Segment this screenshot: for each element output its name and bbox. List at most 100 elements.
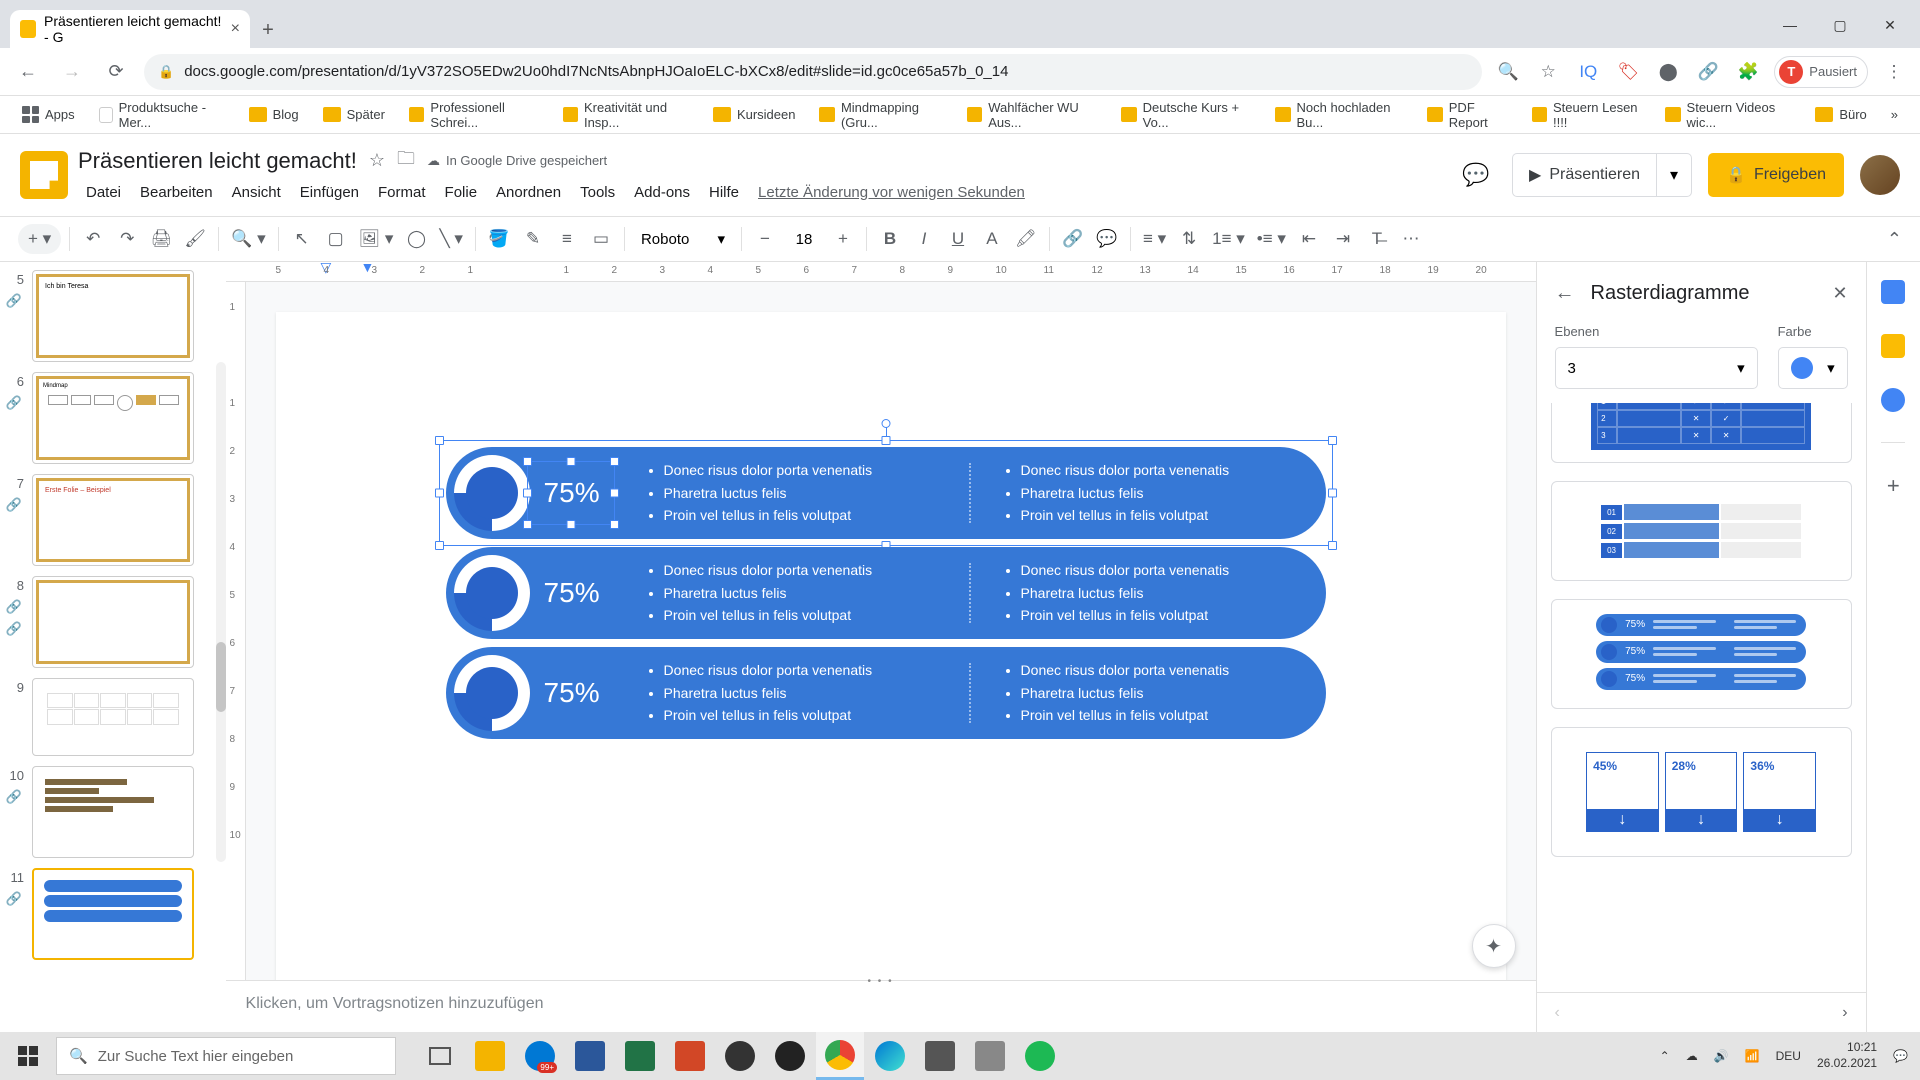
wifi-icon[interactable]: 📶 (1745, 1049, 1760, 1063)
slide-thumbnail-6[interactable]: 6 🔗 Mindmap (4, 372, 218, 464)
slide-thumbnail-7[interactable]: 7 🔗 Erste Folie – Beispiel (4, 474, 218, 566)
collapse-toolbar-button[interactable]: ⌃ (1887, 229, 1902, 250)
last-edit-link[interactable]: Letzte Änderung vor wenigen Sekunden (750, 180, 1033, 205)
horizontal-ruler[interactable]: ▽ ▼ 543211234567891011121314151617181920 (226, 262, 1536, 282)
menu-format[interactable]: Format (370, 180, 434, 205)
bullet-column-right[interactable]: Donec risus dolor porta venenatisPharetr… (971, 459, 1326, 526)
task-view-icon[interactable] (416, 1032, 464, 1080)
menu-addons[interactable]: Add-ons (626, 180, 698, 205)
file-explorer-icon[interactable] (466, 1032, 514, 1080)
border-style-button[interactable]: ▭ (586, 224, 616, 254)
numbered-list-button[interactable]: 1≡ ▾ (1208, 224, 1249, 254)
tasks-addon-icon[interactable] (1881, 388, 1905, 412)
address-bar[interactable]: 🔒 docs.google.com/presentation/d/1yV372S… (144, 54, 1482, 90)
resize-handle[interactable] (435, 436, 444, 445)
slide-thumbnail-5[interactable]: 5 🔗 Ich bin Teresa (4, 270, 218, 362)
extension-icon[interactable]: 🔗 (1694, 58, 1722, 86)
template-option[interactable]: 45%↓ 28%↓ 36%↓ (1551, 727, 1852, 857)
language-indicator[interactable]: DEU (1776, 1049, 1801, 1063)
fill-color-button[interactable]: 🪣 (484, 224, 514, 254)
notes-resize-grip[interactable]: • • • (868, 976, 894, 987)
save-status[interactable]: ☁ In Google Drive gespeichert (427, 153, 607, 169)
menu-anordnen[interactable]: Anordnen (488, 180, 569, 205)
app-icon[interactable] (716, 1032, 764, 1080)
slide-thumbnail-8[interactable]: 8 🔗 🔗 (4, 576, 218, 668)
bookmark-item[interactable]: Steuern Lesen !!!! (1522, 95, 1652, 135)
decrease-indent-button[interactable]: ⇤ (1294, 224, 1324, 254)
bookmark-item[interactable]: Professionell Schrei... (399, 95, 549, 135)
account-avatar[interactable] (1860, 155, 1900, 195)
template-option[interactable]: 01 02 03 (1551, 481, 1852, 581)
new-tab-button[interactable]: + (250, 12, 286, 48)
template-list[interactable]: 1✓✓ 2✕✓ 3✕✕ 01 02 03 75% 75% 75% (1537, 403, 1866, 992)
panel-prev-icon[interactable]: ‹ (1555, 1004, 1560, 1022)
bookmark-item[interactable]: Büro (1805, 102, 1876, 127)
slide-canvas[interactable]: 75% Donec risus dolor porta venenatisPha… (276, 312, 1506, 980)
bullet-column-left[interactable]: Donec risus dolor porta venenatisPharetr… (614, 459, 969, 526)
clock[interactable]: 10:21 26.02.2021 (1817, 1040, 1877, 1071)
apps-shortcut[interactable]: Apps (12, 101, 85, 128)
clear-formatting-button[interactable]: T̶ (1362, 224, 1392, 254)
share-button[interactable]: 🔒 Freigeben (1708, 153, 1844, 197)
keep-addon-icon[interactable] (1881, 334, 1905, 358)
bullet-column-right[interactable]: Donec risus dolor porta venenatisPharetr… (971, 659, 1326, 726)
increase-font-button[interactable]: + (828, 224, 858, 254)
calendar-addon-icon[interactable] (1881, 280, 1905, 304)
bookmark-star-icon[interactable]: ☆ (1534, 58, 1562, 86)
percent-value[interactable]: 75% (544, 477, 614, 509)
spotify-icon[interactable] (1016, 1032, 1064, 1080)
comment-button[interactable]: 💬 (1092, 224, 1122, 254)
menu-ansicht[interactable]: Ansicht (224, 180, 289, 205)
border-weight-button[interactable]: ≡ (552, 224, 582, 254)
bookmark-item[interactable]: Kursideen (703, 102, 806, 127)
percent-value[interactable]: 75% (544, 677, 614, 709)
bookmark-item[interactable]: PDF Report (1417, 95, 1517, 135)
speaker-notes[interactable]: • • • Klicken, um Vortragsnotizen hinzuz… (226, 980, 1536, 1032)
move-icon[interactable]: 🗀 (397, 146, 415, 176)
extension-icon[interactable]: ⬤ (1654, 58, 1682, 86)
color-select[interactable]: ▾ (1778, 347, 1848, 389)
diagram-row-2[interactable]: 75% Donec risus dolor porta venenatisPha… (446, 547, 1326, 639)
line-tool[interactable]: ╲ ▾ (435, 224, 467, 254)
volume-icon[interactable]: 🔊 (1714, 1049, 1729, 1063)
edge-icon[interactable]: 99+ (516, 1032, 564, 1080)
document-title[interactable]: Präsentieren leicht gemacht! (78, 148, 357, 174)
chrome-icon[interactable] (816, 1032, 864, 1080)
highlight-button[interactable]: 🖍 (1011, 224, 1041, 254)
font-size-input[interactable]: 18 (784, 231, 824, 248)
powerpoint-icon[interactable] (666, 1032, 714, 1080)
shape-tool[interactable]: ◯ (401, 224, 431, 254)
explore-button[interactable]: ✦ (1472, 924, 1516, 968)
decrease-font-button[interactable]: − (750, 224, 780, 254)
back-button[interactable]: ← (12, 56, 44, 88)
bookmark-item[interactable]: Wahlfächer WU Aus... (957, 95, 1107, 135)
bookmark-item[interactable]: Deutsche Kurs + Vo... (1111, 95, 1261, 135)
resize-handle[interactable] (435, 489, 444, 498)
extension-icon[interactable]: 🏷 (1614, 58, 1642, 86)
link-button[interactable]: 🔗 (1058, 224, 1088, 254)
zoom-button[interactable]: 🔍 ▾ (227, 224, 269, 254)
present-button[interactable]: ▶ Präsentieren (1512, 153, 1656, 197)
levels-select[interactable]: 3▾ (1555, 347, 1758, 389)
menu-bearbeiten[interactable]: Bearbeiten (132, 180, 221, 205)
filmstrip-scrollbar[interactable] (216, 362, 226, 862)
comments-icon[interactable]: 💬 (1456, 155, 1496, 195)
percent-value[interactable]: 75% (544, 577, 614, 609)
edge-new-icon[interactable] (866, 1032, 914, 1080)
present-dropdown[interactable]: ▾ (1656, 153, 1692, 197)
obs-icon[interactable] (766, 1032, 814, 1080)
extensions-puzzle-icon[interactable]: 🧩 (1734, 58, 1762, 86)
bold-button[interactable]: B (875, 224, 905, 254)
resize-handle[interactable] (1328, 489, 1337, 498)
undo-button[interactable]: ↶ (78, 224, 108, 254)
diagram-row-3[interactable]: 75% Donec risus dolor porta venenatisPha… (446, 647, 1326, 739)
template-option[interactable]: 75% 75% 75% (1551, 599, 1852, 709)
text-color-button[interactable]: A (977, 224, 1007, 254)
resize-handle[interactable] (1328, 541, 1337, 550)
start-button[interactable] (0, 1032, 56, 1080)
slide-thumbnail-10[interactable]: 10 🔗 (4, 766, 218, 858)
diagram-row-1[interactable]: 75% Donec risus dolor porta venenatisPha… (446, 447, 1326, 539)
taskbar-search[interactable]: 🔍 Zur Suche Text hier eingeben (56, 1037, 396, 1075)
profile-button[interactable]: T Pausiert (1774, 56, 1868, 88)
bookmark-item[interactable]: Später (313, 102, 395, 127)
